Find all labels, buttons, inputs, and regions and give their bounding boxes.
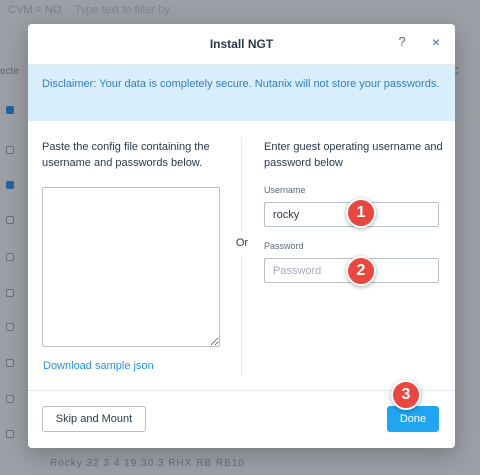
step-1-badge: 1	[346, 198, 376, 228]
step-2-badge: 2	[346, 256, 376, 286]
download-sample-json-link[interactable]: Download sample json	[43, 360, 154, 372]
password-label: Password	[264, 241, 304, 251]
step-3-badge: 3	[391, 380, 421, 410]
credentials-instructions: Enter guest operating username and passw…	[264, 141, 443, 169]
config-file-textarea[interactable]	[42, 187, 220, 347]
disclaimer-banner: Disclaimer: Your data is completely secu…	[28, 65, 455, 121]
config-file-section: Paste the config file containing the use…	[42, 139, 238, 171]
section-divider	[241, 138, 242, 375]
or-separator: Or	[230, 231, 254, 255]
username-label: Username	[264, 185, 306, 195]
done-button[interactable]: Done	[387, 406, 439, 432]
help-icon[interactable]: ?	[394, 34, 410, 52]
dialog-title: Install NGT	[209, 37, 274, 51]
close-icon[interactable]: ×	[428, 34, 444, 52]
config-instructions: Paste the config file containing the use…	[42, 141, 210, 169]
dialog-header: Install NGT ? ×	[28, 24, 455, 65]
install-ngt-dialog: Install NGT ? × Disclaimer: Your data is…	[28, 24, 455, 448]
skip-and-mount-button[interactable]: Skip and Mount	[42, 406, 146, 432]
